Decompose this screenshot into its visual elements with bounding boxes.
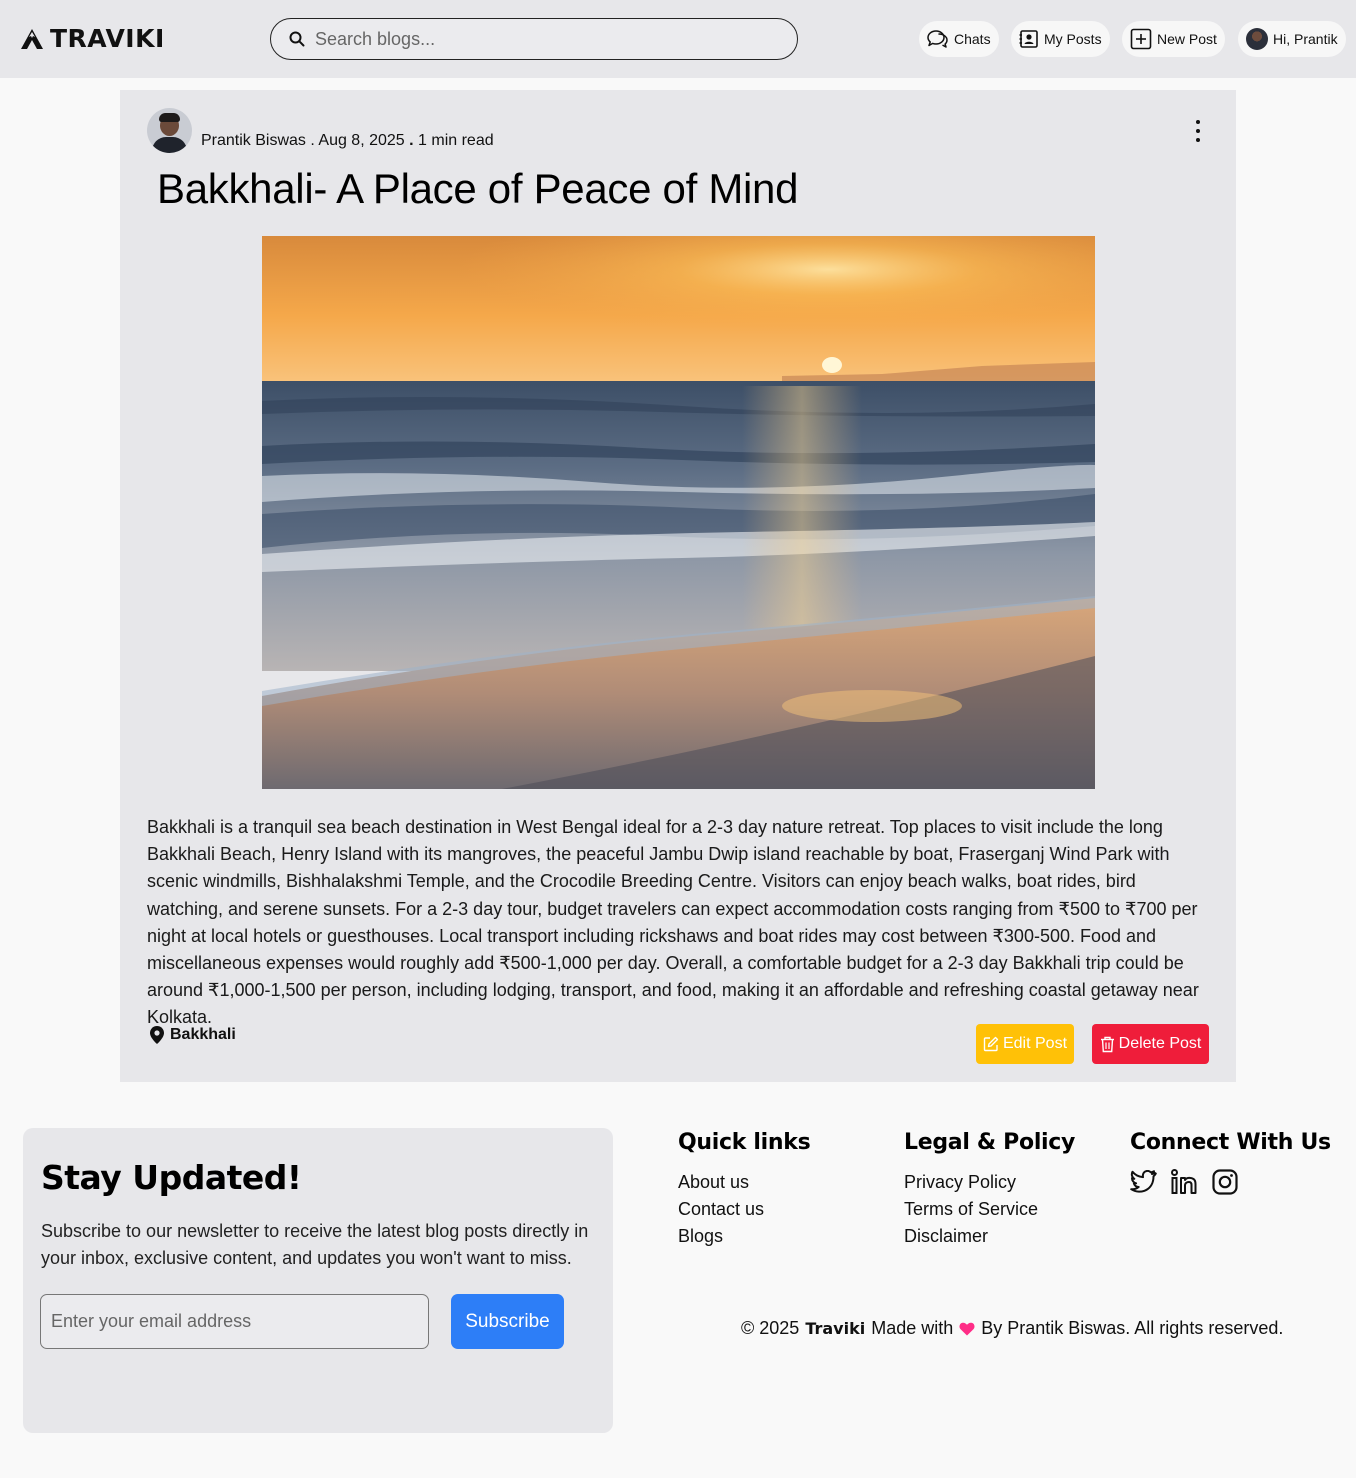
brand-logo[interactable]: TRAVIKI xyxy=(20,26,165,52)
social-links xyxy=(1130,1169,1331,1195)
brand-name: TRAVIKI xyxy=(50,24,165,53)
instagram-icon[interactable] xyxy=(1212,1169,1238,1195)
nav-new-post-button[interactable]: New Post xyxy=(1122,21,1225,57)
nav-new-post-label: New Post xyxy=(1157,31,1217,47)
footer-link-blogs[interactable]: Blogs xyxy=(678,1223,810,1250)
location-label: Bakkhali xyxy=(170,1026,236,1043)
copyright-text: © 2025 Traviki Made with By Prantik Bisw… xyxy=(741,1318,1283,1339)
footer-link-about[interactable]: About us xyxy=(678,1169,810,1196)
top-navbar: TRAVIKI Chats My Posts N xyxy=(0,0,1356,78)
post-card: Prantik Biswas . Aug 8, 2025 . 1 min rea… xyxy=(120,90,1236,1082)
post-image xyxy=(262,236,1095,789)
read-time: 1 min read xyxy=(418,132,494,149)
post-meta: Prantik Biswas . Aug 8, 2025 . 1 min rea… xyxy=(201,132,494,149)
more-options-icon[interactable] xyxy=(1188,120,1208,142)
chat-icon xyxy=(927,30,948,48)
search-bar[interactable] xyxy=(270,18,798,60)
footer-link-privacy[interactable]: Privacy Policy xyxy=(904,1169,1075,1196)
search-input[interactable] xyxy=(315,28,755,50)
post-body: Bakkhali is a tranquil sea beach destina… xyxy=(147,817,1199,1028)
footer-link-disclaimer[interactable]: Disclaimer xyxy=(904,1223,1075,1250)
copyright-brand: Traviki xyxy=(805,1319,866,1338)
nav-my-posts-label: My Posts xyxy=(1044,31,1102,47)
nav-my-posts-button[interactable]: My Posts xyxy=(1011,21,1110,57)
trash-icon xyxy=(1100,1036,1114,1052)
plus-square-icon xyxy=(1130,28,1152,50)
author-avatar[interactable] xyxy=(147,108,192,153)
newsletter-description: Subscribe to our newsletter to receive t… xyxy=(41,1221,589,1268)
email-field[interactable] xyxy=(40,1294,429,1349)
copyright-prefix: © 2025 xyxy=(741,1318,800,1338)
newsletter-title: Stay Updated! xyxy=(41,1158,302,1197)
newsletter-box: Stay Updated! Subscribe to our newslette… xyxy=(23,1128,613,1433)
post-date: Aug 8, 2025 xyxy=(318,132,405,149)
copyright-suffix: By Prantik Biswas. All rights reserved. xyxy=(981,1318,1284,1338)
nav-chats-label: Chats xyxy=(954,31,991,47)
nav-profile-button[interactable]: Hi, Prantik xyxy=(1238,21,1346,57)
author-name[interactable]: Prantik Biswas xyxy=(201,132,306,149)
delete-post-label: Delete Post xyxy=(1118,1035,1202,1052)
mountain-icon xyxy=(21,29,43,49)
linkedin-icon[interactable] xyxy=(1171,1169,1198,1195)
search-icon xyxy=(289,31,305,47)
quick-links-column: Quick links About us Contact us Blogs xyxy=(678,1130,811,1250)
connect-column: Connect With Us xyxy=(1130,1130,1331,1195)
avatar xyxy=(1246,28,1268,50)
nav-chats-button[interactable]: Chats xyxy=(919,21,999,57)
footer-link-terms[interactable]: Terms of Service xyxy=(904,1196,1075,1223)
legal-column: Legal & Policy Privacy Policy Terms of S… xyxy=(904,1130,1075,1250)
post-title: Bakkhali- A Place of Peace of Mind xyxy=(157,165,799,212)
map-pin-icon xyxy=(150,1026,164,1044)
heart-icon xyxy=(959,1322,975,1335)
location-tag: Bakkhali xyxy=(150,1026,236,1044)
subscribe-button[interactable]: Subscribe xyxy=(451,1294,564,1349)
edit-post-label: Edit Post xyxy=(1002,1035,1068,1052)
edit-icon xyxy=(983,1036,999,1052)
twitter-icon[interactable] xyxy=(1130,1170,1157,1194)
copyright-made-with: Made with xyxy=(871,1318,954,1338)
footer-link-contact[interactable]: Contact us xyxy=(678,1196,810,1223)
quick-links-title: Quick links xyxy=(678,1130,811,1155)
delete-post-button[interactable]: Delete Post xyxy=(1092,1024,1209,1064)
edit-post-button[interactable]: Edit Post xyxy=(976,1024,1074,1064)
legal-title: Legal & Policy xyxy=(904,1130,1076,1155)
contact-book-icon xyxy=(1019,30,1038,48)
nav-profile-label: Hi, Prantik xyxy=(1273,31,1338,47)
connect-title: Connect With Us xyxy=(1130,1130,1331,1155)
